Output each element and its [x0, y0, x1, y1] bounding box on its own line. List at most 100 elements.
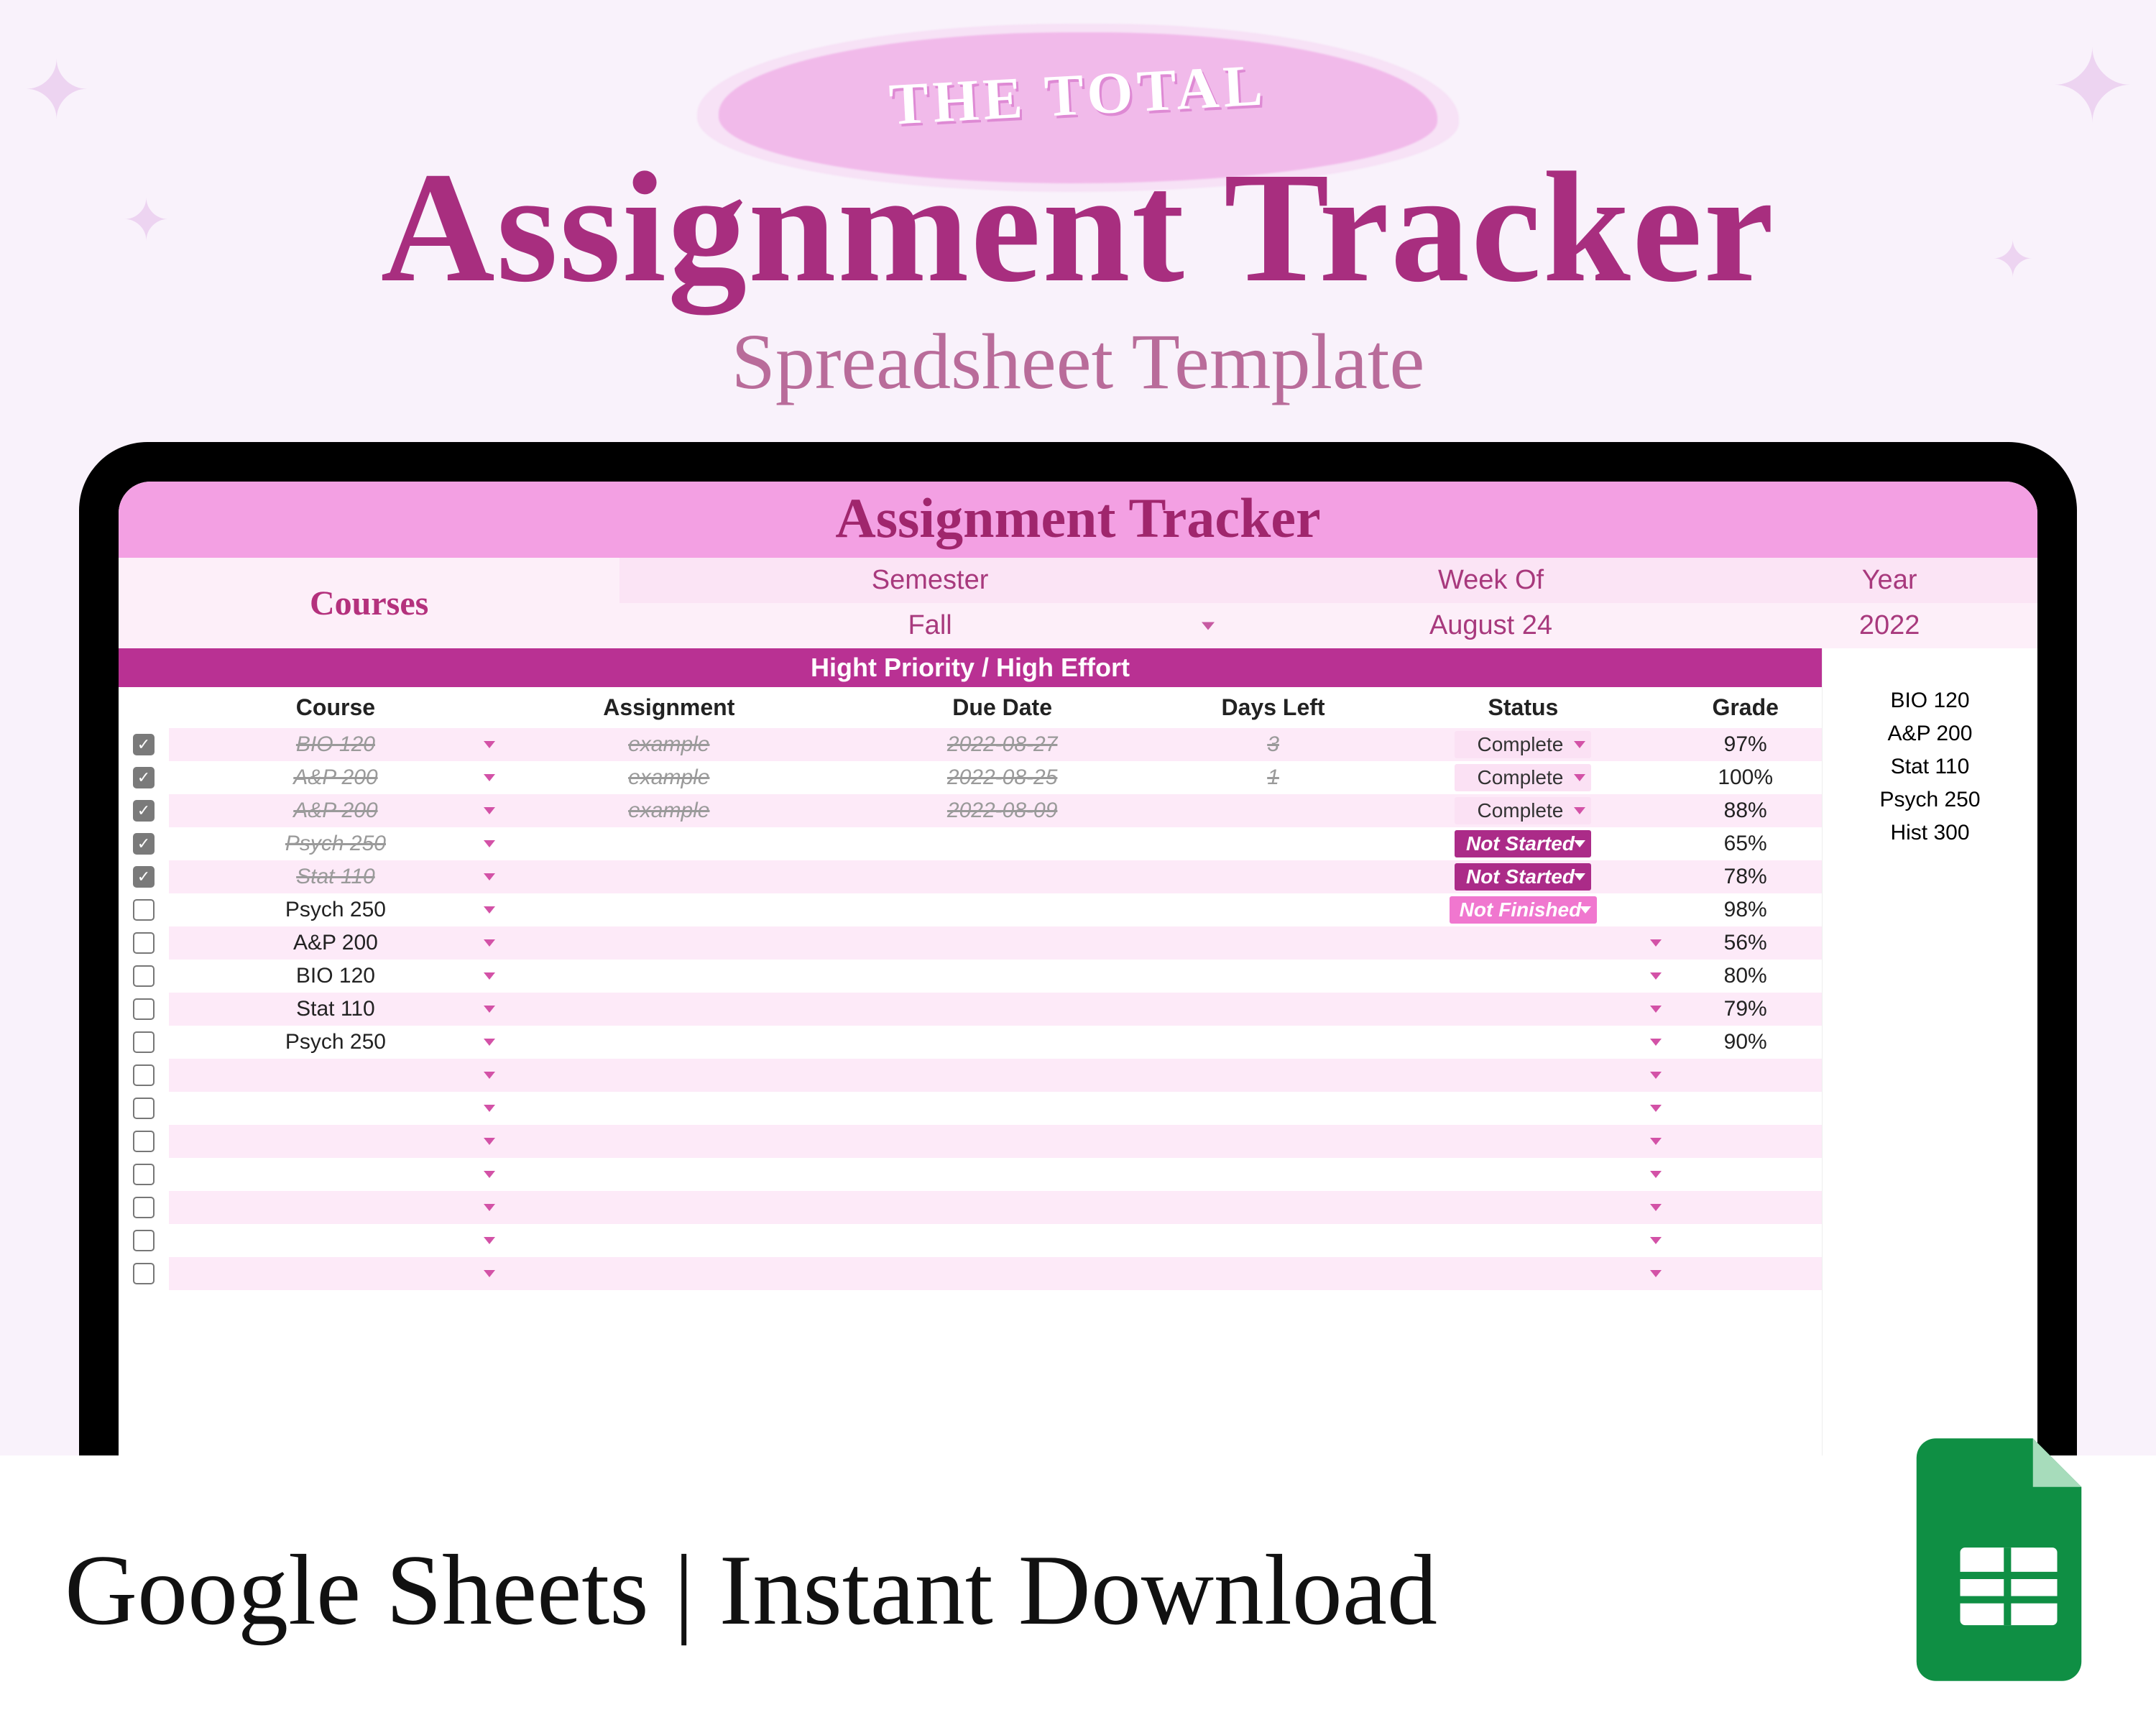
status-dropdown[interactable]: Complete [1378, 794, 1669, 827]
grade-cell[interactable] [1669, 1059, 1822, 1092]
assignment-cell[interactable] [502, 827, 836, 860]
checkbox[interactable] [133, 1197, 155, 1218]
checkbox[interactable] [133, 1064, 155, 1086]
course-dropdown[interactable]: Stat 110 [169, 993, 502, 1026]
course-list-item[interactable]: Psych 250 [1823, 783, 2037, 816]
status-dropdown[interactable] [1378, 1059, 1669, 1092]
grade-cell[interactable]: 98% [1669, 893, 1822, 926]
assignment-cell[interactable] [502, 893, 836, 926]
grade-cell[interactable]: 88% [1669, 794, 1822, 827]
assignment-cell[interactable]: example [502, 794, 836, 827]
course-dropdown[interactable]: Psych 250 [169, 893, 502, 926]
course-list-item[interactable]: Stat 110 [1823, 750, 2037, 783]
course-dropdown[interactable]: A&P 200 [169, 794, 502, 827]
status-dropdown[interactable]: Complete [1378, 728, 1669, 761]
grade-cell[interactable] [1669, 1125, 1822, 1158]
due-date-cell[interactable] [836, 1059, 1169, 1092]
assignment-cell[interactable] [502, 1158, 836, 1191]
grade-cell[interactable]: 80% [1669, 960, 1822, 993]
course-dropdown[interactable]: Psych 250 [169, 1026, 502, 1059]
due-date-cell[interactable] [836, 1224, 1169, 1257]
grade-cell[interactable] [1669, 1224, 1822, 1257]
course-dropdown[interactable] [169, 1125, 502, 1158]
course-dropdown[interactable] [169, 1191, 502, 1224]
grade-cell[interactable] [1669, 1158, 1822, 1191]
status-dropdown[interactable] [1378, 1026, 1669, 1059]
grade-cell[interactable]: 90% [1669, 1026, 1822, 1059]
due-date-cell[interactable] [836, 1125, 1169, 1158]
course-dropdown[interactable] [169, 1059, 502, 1092]
assignment-cell[interactable] [502, 1059, 836, 1092]
status-dropdown[interactable] [1378, 1092, 1669, 1125]
due-date-cell[interactable] [836, 1026, 1169, 1059]
course-list-item[interactable]: A&P 200 [1823, 717, 2037, 750]
course-list-item[interactable]: BIO 120 [1823, 684, 2037, 717]
status-dropdown[interactable] [1378, 960, 1669, 993]
course-dropdown[interactable]: BIO 120 [169, 960, 502, 993]
assignment-cell[interactable] [502, 1026, 836, 1059]
grade-cell[interactable]: 56% [1669, 926, 1822, 960]
due-date-cell[interactable] [836, 1158, 1169, 1191]
checkbox[interactable]: ✓ [133, 833, 155, 855]
due-date-cell[interactable] [836, 893, 1169, 926]
year-value[interactable]: 2022 [1741, 603, 2037, 648]
checkbox[interactable] [133, 932, 155, 954]
due-date-cell[interactable] [836, 960, 1169, 993]
grade-cell[interactable]: 100% [1669, 761, 1822, 794]
status-dropdown[interactable] [1378, 926, 1669, 960]
course-dropdown[interactable] [169, 1224, 502, 1257]
checkbox[interactable] [133, 1098, 155, 1119]
status-dropdown[interactable]: Complete [1378, 761, 1669, 794]
due-date-cell[interactable] [836, 926, 1169, 960]
status-dropdown[interactable] [1378, 1158, 1669, 1191]
due-date-cell[interactable]: 2022-08-09 [836, 794, 1169, 827]
due-date-cell[interactable]: 2022-08-25 [836, 761, 1169, 794]
checkbox[interactable] [133, 1164, 155, 1185]
grade-cell[interactable]: 65% [1669, 827, 1822, 860]
checkbox[interactable] [133, 998, 155, 1020]
assignment-cell[interactable] [502, 960, 836, 993]
semester-dropdown[interactable]: Fall [619, 603, 1240, 648]
course-dropdown[interactable] [169, 1257, 502, 1290]
due-date-cell[interactable] [836, 827, 1169, 860]
assignment-cell[interactable] [502, 1257, 836, 1290]
checkbox[interactable] [133, 899, 155, 921]
grade-cell[interactable] [1669, 1092, 1822, 1125]
course-list-item[interactable]: Hist 300 [1823, 816, 2037, 850]
status-dropdown[interactable] [1378, 993, 1669, 1026]
course-dropdown[interactable]: BIO 120 [169, 728, 502, 761]
course-dropdown[interactable]: A&P 200 [169, 761, 502, 794]
course-dropdown[interactable]: Stat 110 [169, 860, 502, 893]
checkbox[interactable]: ✓ [133, 866, 155, 888]
checkbox[interactable] [133, 1131, 155, 1152]
checkbox[interactable]: ✓ [133, 734, 155, 755]
status-dropdown[interactable]: Not Started [1378, 827, 1669, 860]
assignment-cell[interactable] [502, 1191, 836, 1224]
assignment-cell[interactable] [502, 993, 836, 1026]
week-value[interactable]: August 24 [1240, 603, 1741, 648]
due-date-cell[interactable] [836, 1257, 1169, 1290]
status-dropdown[interactable] [1378, 1125, 1669, 1158]
due-date-cell[interactable] [836, 860, 1169, 893]
checkbox[interactable]: ✓ [133, 767, 155, 788]
grade-cell[interactable] [1669, 1191, 1822, 1224]
status-dropdown[interactable]: Not Started [1378, 860, 1669, 893]
checkbox[interactable]: ✓ [133, 800, 155, 822]
grade-cell[interactable]: 97% [1669, 728, 1822, 761]
assignment-cell[interactable]: example [502, 728, 836, 761]
due-date-cell[interactable]: 2022-08-27 [836, 728, 1169, 761]
assignment-cell[interactable] [502, 1224, 836, 1257]
assignment-cell[interactable]: example [502, 761, 836, 794]
checkbox[interactable] [133, 1263, 155, 1284]
course-dropdown[interactable]: Psych 250 [169, 827, 502, 860]
grade-cell[interactable]: 79% [1669, 993, 1822, 1026]
course-dropdown[interactable] [169, 1092, 502, 1125]
status-dropdown[interactable] [1378, 1257, 1669, 1290]
due-date-cell[interactable] [836, 1191, 1169, 1224]
assignment-cell[interactable] [502, 860, 836, 893]
status-dropdown[interactable]: Not Finished [1378, 893, 1669, 926]
checkbox[interactable] [133, 1031, 155, 1053]
course-dropdown[interactable]: A&P 200 [169, 926, 502, 960]
status-dropdown[interactable] [1378, 1224, 1669, 1257]
course-dropdown[interactable] [169, 1158, 502, 1191]
